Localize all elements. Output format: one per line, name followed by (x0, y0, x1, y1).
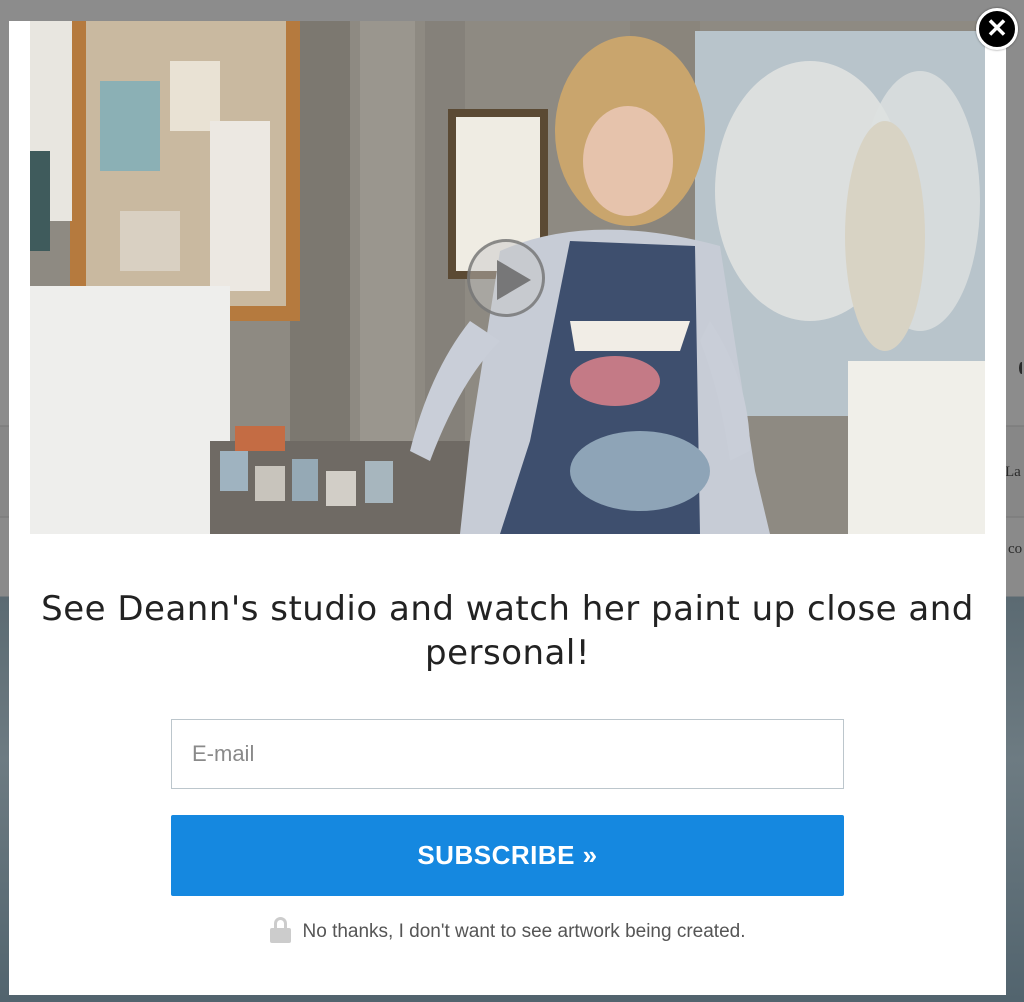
close-icon[interactable]: ✕ (976, 8, 1018, 50)
email-field[interactable] (171, 719, 844, 789)
background-text: co (1008, 541, 1023, 557)
video-thumbnail[interactable] (30, 21, 985, 534)
subscribe-modal: See Deann's studio and watch her paint u… (9, 21, 1006, 995)
decline-label: No thanks, I don't want to see artwork b… (302, 921, 746, 942)
subscribe-button[interactable]: SUBSCRIBE » (171, 815, 844, 896)
lock-icon (269, 917, 291, 943)
modal-headline: See Deann's studio and watch her paint u… (41, 589, 974, 673)
background-text: La (1005, 464, 1021, 480)
background-fragment (1019, 362, 1024, 374)
decline-link[interactable]: No thanks, I don't want to see artwork b… (9, 917, 1006, 943)
play-icon[interactable] (467, 239, 545, 317)
